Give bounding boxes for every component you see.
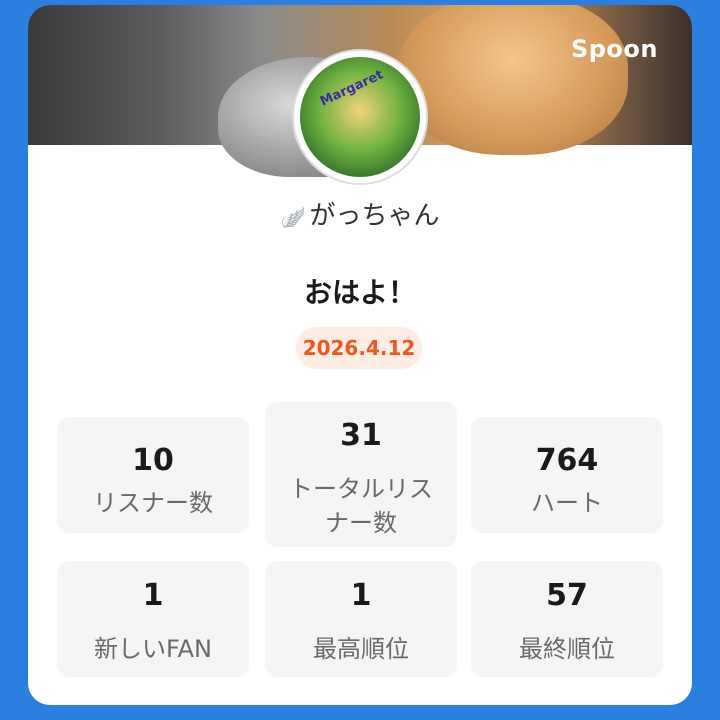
banner-dog-shape — [398, 5, 628, 155]
spoon-logo: Spoon — [570, 35, 658, 63]
stat-final-rank: 57 最終順位 — [471, 561, 663, 677]
stat-value: 1 — [350, 578, 372, 613]
stat-label: 最高順位 — [313, 635, 409, 663]
date-badge: 2026.4.12 — [296, 327, 422, 369]
stat-listeners: 10 リスナー数 — [57, 417, 249, 533]
stat-value: 57 — [546, 578, 588, 613]
wing-icon: 🪽 — [280, 205, 306, 229]
stat-label: 新しいFAN — [94, 635, 212, 663]
stat-highest-rank: 1 最高順位 — [265, 561, 457, 677]
stat-label: トータルリスナー数 — [289, 475, 433, 537]
username-text: がっちゃん — [309, 201, 440, 231]
stat-value: 31 — [340, 418, 382, 453]
stat-value: 1 — [142, 578, 164, 613]
stat-label: 最終順位 — [519, 635, 615, 663]
avatar[interactable]: Margaret — [292, 49, 428, 185]
stat-total-listeners: 31 トータルリスナー数 — [265, 402, 457, 547]
broadcast-title: おはよ！ — [303, 276, 416, 309]
stat-value: 10 — [132, 443, 174, 478]
stat-label: リスナー数 — [93, 489, 213, 517]
stat-value: 764 — [535, 443, 599, 478]
summary-card: Spoon Margaret 🪽 がっちゃん おはよ！ 2026.4.12 10 … — [28, 5, 692, 705]
stat-label: ハート — [531, 489, 603, 517]
username[interactable]: 🪽 がっちゃん — [28, 195, 692, 232]
stat-hearts: 764 ハート — [471, 417, 663, 533]
stat-new-fans: 1 新しいFAN — [57, 561, 249, 677]
